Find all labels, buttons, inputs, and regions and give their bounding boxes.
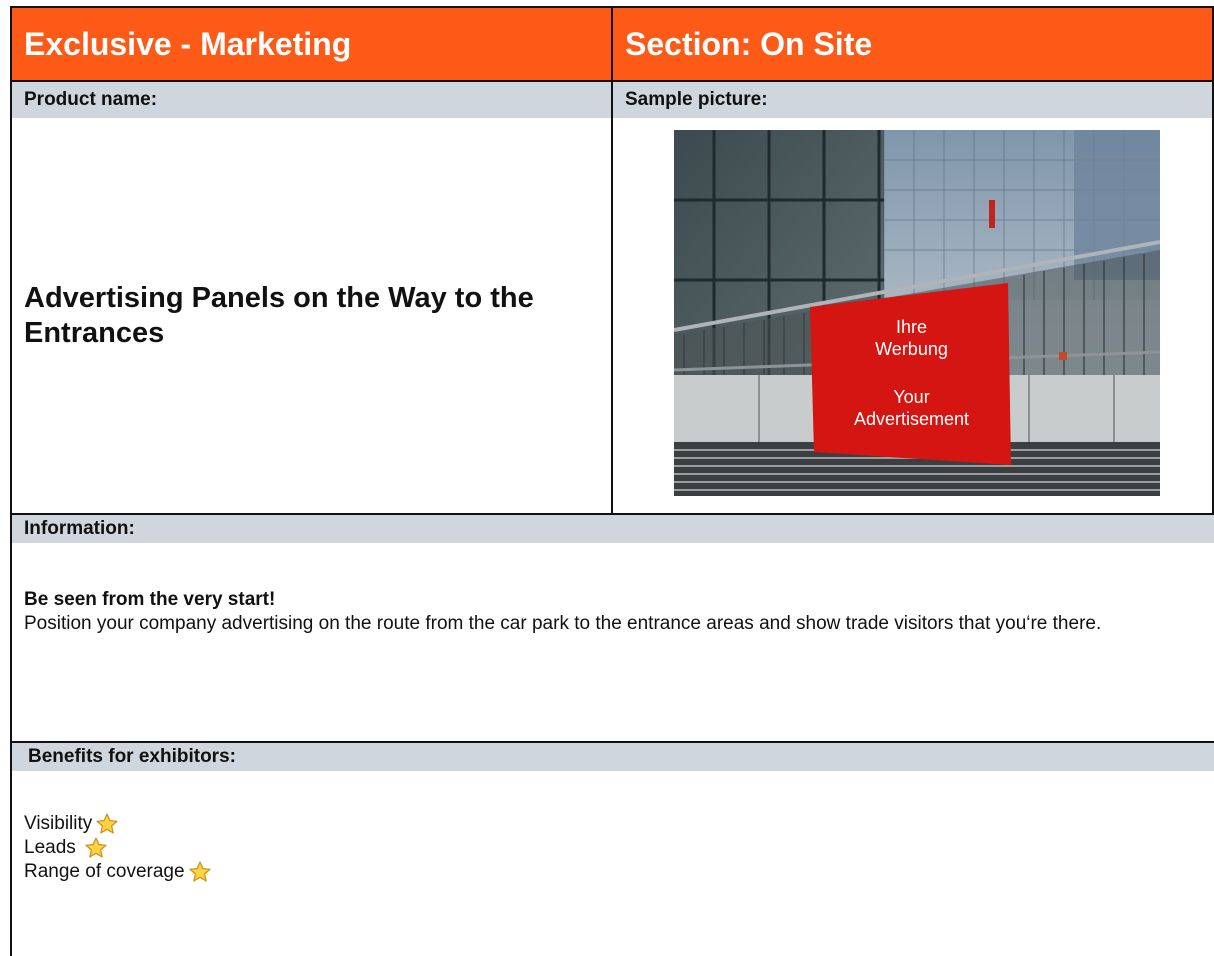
product-name: Advertising Panels on the Way to the Ent… <box>24 281 534 349</box>
ad-panel-text-de-1: Ihre <box>895 317 928 337</box>
benefits-list: Visibility Leads Range of coverage <box>24 812 212 884</box>
information-label: Information: <box>12 515 1214 543</box>
sample-picture-cell: Ihre Werbung Your Advertisement <box>613 118 1214 513</box>
benefit-item: Leads <box>24 836 212 860</box>
header-category-title: Exclusive - Marketing <box>12 6 613 82</box>
subheader-row: Product name: Sample picture: <box>12 82 1214 118</box>
product-sheet: Exclusive - Marketing Section: On Site P… <box>10 6 1214 956</box>
ad-panel-text-de-2: Werbung <box>875 339 948 359</box>
benefit-label: Leads <box>24 837 76 858</box>
information-body: Be seen from the very start! Position yo… <box>24 588 1194 636</box>
product-cell: Advertising Panels on the Way to the Ent… <box>12 118 613 513</box>
information-lead: Be seen from the very start! <box>24 589 276 610</box>
benefit-item: Visibility <box>24 812 212 836</box>
star-icon <box>85 837 107 858</box>
benefits-label: Benefits for exhibitors: <box>12 743 1214 771</box>
sample-picture-label: Sample picture: <box>613 82 1214 118</box>
header-row: Exclusive - Marketing Section: On Site <box>12 6 1214 82</box>
header-section-title: Section: On Site <box>613 6 1214 82</box>
star-icon <box>188 861 211 882</box>
benefit-item: Range of coverage <box>24 860 212 884</box>
ad-panel-text-en-1: Your <box>893 387 930 407</box>
content-row: Advertising Panels on the Way to the Ent… <box>12 118 1214 515</box>
star-icon <box>96 813 118 834</box>
information-text: Position your company advertising on the… <box>24 613 1102 634</box>
benefit-label: Range of coverage <box>24 861 185 882</box>
product-name-label: Product name: <box>12 82 613 118</box>
benefit-label: Visibility <box>24 813 93 834</box>
ad-panel-text-en-2: Advertisement <box>853 409 970 429</box>
sample-photo: Ihre Werbung Your Advertisement <box>674 130 1160 496</box>
